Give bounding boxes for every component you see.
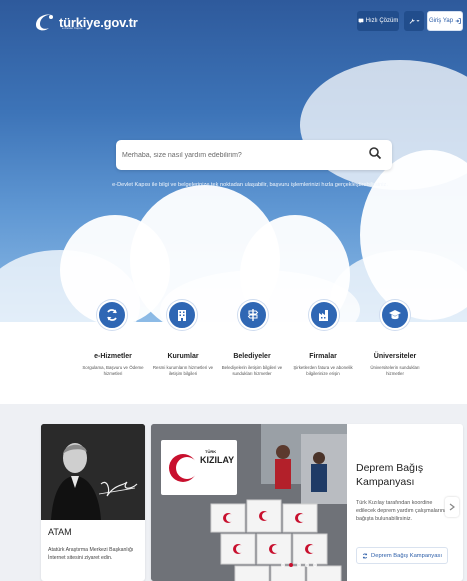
login-button[interactable]: Giriş Yap [427, 11, 463, 31]
atam-title: ATAM [48, 527, 72, 537]
factory-icon [319, 310, 328, 321]
carousel-dot-active[interactable] [289, 563, 293, 567]
search-box [116, 140, 392, 170]
carousel-dot[interactable] [305, 563, 309, 567]
companies-icon-button[interactable] [309, 300, 339, 330]
donation-campaign-label: Deprem Bağış Kampanyası [371, 552, 442, 559]
logo-swoosh-icon [36, 14, 53, 31]
carousel-dot[interactable] [297, 563, 301, 567]
quick-solution-button[interactable]: Hızlı Çözüm [357, 11, 399, 31]
e-services-icon-button[interactable] [97, 300, 127, 330]
refresh-icon [107, 309, 117, 321]
wrench-icon [409, 18, 415, 24]
ataturk-portrait-image [41, 424, 145, 520]
login-label: Giriş Yap [428, 18, 454, 24]
campaign-title: Deprem Bağış Kampanyası [356, 462, 424, 488]
services-bar [0, 322, 467, 404]
atam-description: Atatürk Araştırma Merkezi Başkanlığı İnt… [48, 547, 134, 561]
tools-dropdown-button[interactable] [404, 11, 424, 31]
kizilay-logo-small: TÜRK [205, 449, 217, 454]
chat-icon [358, 18, 364, 24]
earthquake-campaign-card[interactable]: TÜRK KIZILAY Deprem Bağış Kampanyası Tür… [151, 424, 463, 581]
atam-card[interactable]: ATAM Atatürk Araştırma Merkezi Başkanlığ… [41, 424, 145, 581]
top-header: türkiye.gov.tr e-Devlet Kapısı Hızlı Çöz… [0, 0, 467, 44]
donation-campaign-button[interactable]: Deprem Bağış Kampanyası [356, 547, 448, 564]
hero-description: e-Devlet Kapısı ile bilgi ve belgelerini… [112, 182, 388, 188]
carousel-dot[interactable] [313, 563, 317, 567]
portrait-illustration [41, 424, 145, 520]
carousel-next-button[interactable] [445, 497, 459, 517]
signpost-icon [247, 309, 259, 321]
service-desc: hizmetler [386, 371, 404, 376]
sign-in-icon [455, 18, 461, 24]
search-icon[interactable] [368, 146, 382, 160]
graduation-cap-icon [389, 310, 401, 320]
building-icon [178, 310, 186, 321]
quick-solution-label: Hızlı Çözüm [365, 18, 399, 24]
institutions-icon-button[interactable] [167, 300, 197, 330]
logo-subtext: e-Devlet Kapısı [62, 26, 83, 30]
chevron-right-icon [449, 503, 455, 511]
site-logo[interactable]: türkiye.gov.tr [33, 10, 138, 34]
red-crescent-icon [169, 454, 198, 482]
campaign-description: Türk Kızılay tarafından koordine edilece… [356, 500, 448, 522]
service-title-universiteler[interactable]: Üniversiteler [345, 353, 445, 360]
carousel-dot[interactable] [281, 563, 285, 567]
aid-boxes-photo: TÜRK KIZILAY [151, 424, 347, 581]
carousel-dots [281, 563, 317, 567]
universities-icon-button[interactable] [380, 300, 410, 330]
chevron-down-icon [415, 20, 420, 22]
search-input[interactable] [122, 146, 362, 164]
kizilay-logo-big: KIZILAY [200, 455, 235, 465]
refresh-icon [362, 552, 368, 559]
municipalities-icon-button[interactable] [238, 300, 268, 330]
kizilay-logo: TÜRK KIZILAY [161, 440, 237, 495]
